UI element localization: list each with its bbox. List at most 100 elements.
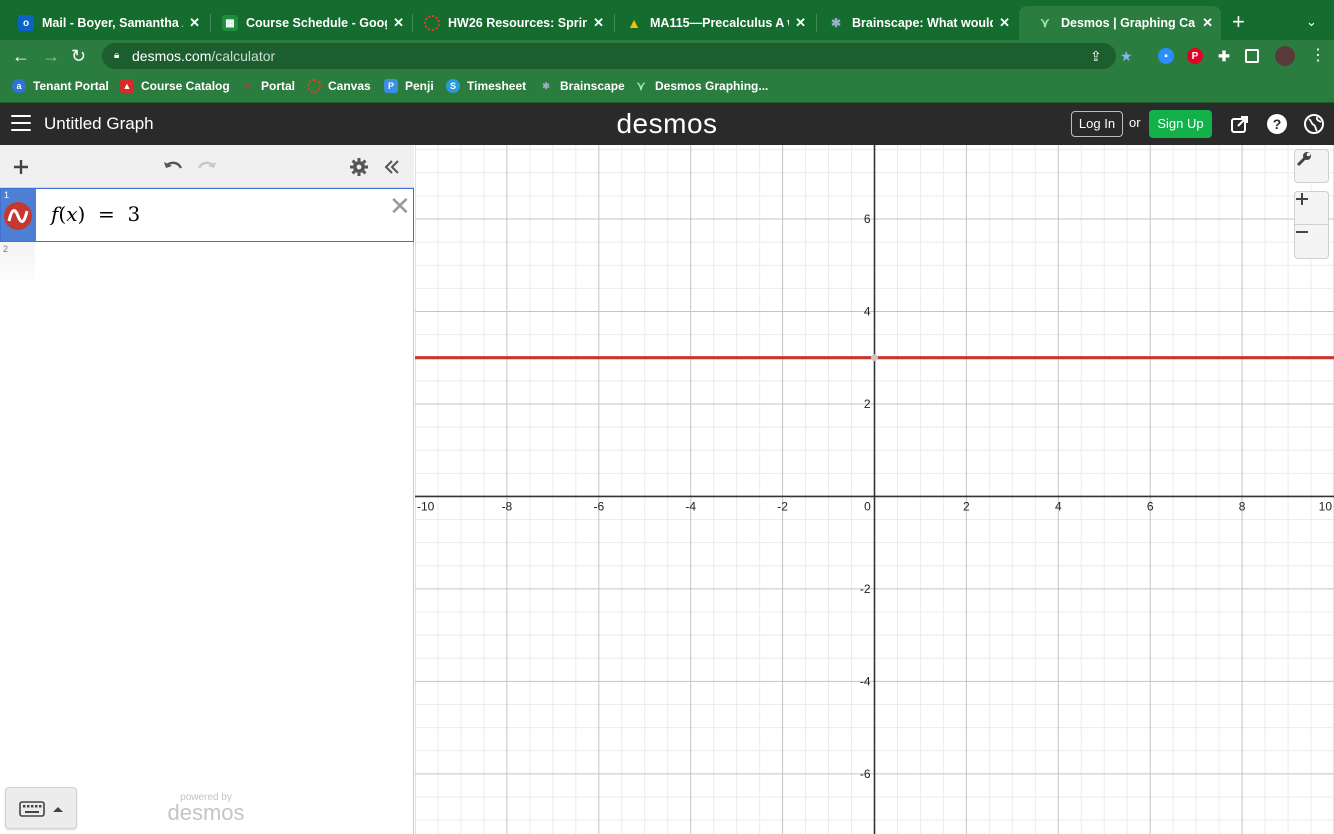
bookmark-label: Desmos Graphing... (655, 79, 769, 93)
course-catalog-icon: ▲ (120, 79, 134, 93)
collapse-panel-icon[interactable] (379, 154, 405, 180)
side-panel-icon[interactable] (1245, 49, 1259, 63)
hamburger-menu-icon[interactable] (11, 115, 31, 131)
x-tick-label: 2 (963, 499, 970, 513)
profile-avatar[interactable] (1275, 46, 1295, 66)
browser-tab-ma115[interactable]: ▲ MA115—Precalculus A w/ Int ✕ (608, 8, 814, 38)
tab-close-icon[interactable]: ✕ (795, 15, 806, 31)
graph-settings-wrench-icon[interactable] (1294, 149, 1329, 183)
close-paren: ) (77, 202, 86, 226)
bookmark-star-icon[interactable]: ★ (1120, 43, 1133, 69)
x-tick-label: 0 (864, 499, 871, 513)
bookmark-penji[interactable]: P Penji (384, 79, 434, 93)
y-tick-label: 4 (864, 304, 871, 318)
log-in-button[interactable]: Log In (1071, 111, 1123, 137)
browser-menu-icon[interactable]: ⋮ (1310, 44, 1326, 68)
y-tick-label: -4 (860, 674, 871, 688)
tab-close-icon[interactable]: ✕ (189, 15, 200, 31)
desmos-logo: desmos (616, 108, 718, 139)
help-icon[interactable]: ? (1266, 113, 1288, 135)
x-tick-label: -6 (593, 499, 604, 513)
expression-row[interactable]: 1 f(x) = 3 ✕ (0, 188, 414, 242)
extensions-puzzle-icon[interactable]: ✚ (1216, 48, 1232, 64)
sheets-icon: ▦ (222, 15, 238, 31)
zoom-out-button[interactable] (1294, 225, 1329, 259)
x-tick-label: -4 (685, 499, 696, 513)
url-host: desmos.com (132, 48, 212, 64)
expression-toolbar (0, 145, 414, 188)
bookmark-tenant-portal[interactable]: a Tenant Portal (12, 79, 109, 93)
x-tick-label: -10 (417, 499, 435, 513)
forward-arrow-icon[interactable]: → (42, 44, 60, 68)
y-intercept-point (871, 354, 878, 362)
tab-close-icon[interactable]: ✕ (1202, 15, 1213, 31)
x-tick-label: -8 (502, 499, 513, 513)
graph-paper[interactable]: -10 -8 -6 -4 -2 0 2 4 6 8 10 -6 -4 -2 2 4 6 (415, 145, 1334, 834)
bookmark-portal[interactable]: ✦ Portal (240, 79, 295, 93)
pinterest-extension-icon[interactable]: P (1187, 48, 1203, 64)
expression-index-column: 1 (1, 189, 36, 241)
tab-close-icon[interactable]: ✕ (393, 15, 404, 31)
bookmark-desmos[interactable]: ⋎ Desmos Graphing... (634, 79, 769, 93)
x-tick-label: 10 (1319, 499, 1333, 513)
browser-tab-mail[interactable]: o Mail - Boyer, Samantha After ✕ (0, 8, 208, 38)
outlook-icon: o (18, 15, 34, 31)
tab-title: Mail - Boyer, Samantha After (42, 16, 183, 30)
function-variable: x (66, 202, 78, 226)
x-tick-label: 6 (1147, 499, 1154, 513)
zoom-extension-icon[interactable]: ▪ (1158, 48, 1174, 64)
tab-close-icon[interactable]: ✕ (999, 15, 1010, 31)
bookmarks-bar: a Tenant Portal ▲ Course Catalog ✦ Porta… (0, 72, 1334, 103)
bookmark-label: Brainscape (560, 79, 625, 93)
y-tick-label: 2 (864, 397, 871, 411)
url-path: /calculator (211, 48, 276, 64)
bookmark-label: Tenant Portal (33, 79, 109, 93)
graph-visibility-icon[interactable] (4, 202, 32, 230)
share-icon[interactable]: ⇪ (1090, 43, 1102, 69)
portal-icon: ✦ (243, 80, 251, 91)
drive-icon: ▲ (627, 15, 641, 31)
tab-close-icon[interactable]: ✕ (593, 15, 604, 31)
add-item-icon[interactable] (8, 154, 34, 180)
powered-by-brand: desmos (167, 800, 245, 825)
back-arrow-icon[interactable]: ← (12, 44, 30, 68)
x-tick-label: 4 (1055, 499, 1062, 513)
lock-icon: 🔒︎ (114, 50, 120, 61)
browser-tab-course-schedule[interactable]: ▦ Course Schedule - Google Sheets ✕ (204, 8, 412, 38)
powered-by-desmos[interactable]: powered by desmos (150, 792, 262, 825)
zoom-in-button[interactable] (1294, 191, 1329, 225)
bookmark-label: Canvas (328, 79, 371, 93)
equals-sign: = (98, 202, 115, 226)
keyboard-icon (19, 801, 45, 817)
x-tick-label: 8 (1239, 499, 1246, 513)
new-tab-button[interactable]: + (1232, 10, 1245, 34)
sign-up-button[interactable]: Sign Up (1149, 110, 1212, 138)
desmos-header: Untitled Graph desmos Log In or Sign Up … (0, 103, 1334, 145)
share-graph-icon[interactable] (1229, 113, 1251, 135)
expression-panel: 1 f(x) = 3 ✕ 2 powered by desmos (0, 145, 414, 834)
browser-tab-brainscape[interactable]: ✱ Brainscape: What would you ✕ (810, 8, 1018, 38)
graph-title[interactable]: Untitled Graph (44, 114, 154, 134)
browser-tab-hw26[interactable]: HW26 Resources: Spring 2 ✕ (406, 8, 612, 38)
keypad-toggle-button[interactable] (5, 787, 77, 829)
language-globe-icon[interactable] (1303, 113, 1325, 135)
url-bar[interactable]: 🔒︎ desmos.com/calculator ⇪ ★ (102, 43, 1133, 69)
canvas-icon (424, 15, 440, 31)
bookmark-brainscape[interactable]: ✱ Brainscape (539, 79, 625, 93)
bookmark-timesheet[interactable]: S Timesheet (446, 79, 526, 93)
settings-gear-icon[interactable] (346, 154, 372, 180)
graph-canvas[interactable]: -10 -8 -6 -4 -2 0 2 4 6 8 10 -6 -4 -2 2 4 6 (415, 145, 1334, 834)
bookmark-canvas[interactable]: Canvas (307, 79, 371, 93)
redo-icon[interactable] (194, 154, 220, 180)
browser-tab-desmos[interactable]: ⋎ Desmos | Graphing Calculator ✕ (1019, 6, 1221, 40)
bookmark-course-catalog[interactable]: ▲ Course Catalog (120, 79, 230, 93)
empty-expression-row[interactable]: 2 (0, 242, 35, 288)
penji-icon: P (384, 79, 398, 93)
undo-icon[interactable] (160, 154, 186, 180)
desmos-icon: ⋎ (1040, 15, 1050, 30)
tab-search-chevron-icon[interactable]: ⌄ (1306, 14, 1317, 30)
tab-title: Desmos | Graphing Calculator (1061, 16, 1196, 30)
expression-math[interactable]: f(x) = 3 (51, 202, 140, 226)
delete-expression-icon[interactable]: ✕ (389, 193, 411, 219)
reload-icon[interactable]: ↻ (71, 44, 86, 68)
